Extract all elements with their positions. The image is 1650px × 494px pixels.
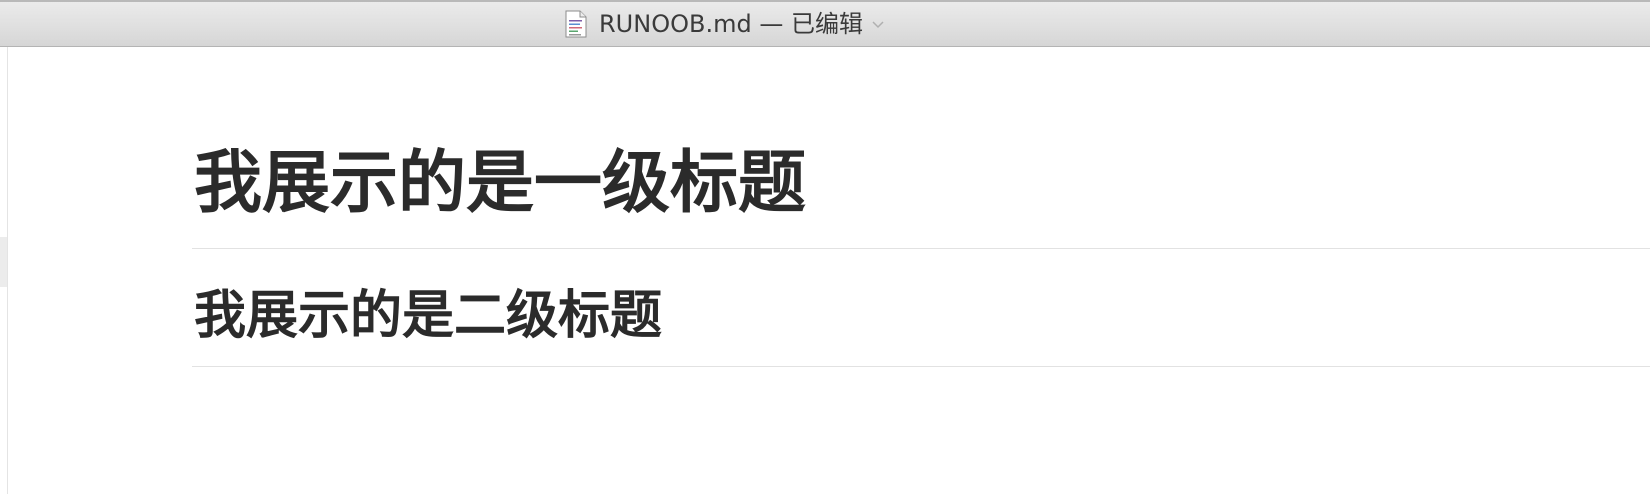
title-bar[interactable]: RUNOOB.md — 已编辑 (0, 0, 1650, 47)
window-title: RUNOOB.md — 已编辑 (599, 10, 863, 38)
document-icon (565, 10, 587, 38)
heading-1-underline (192, 248, 1650, 249)
left-gutter (0, 47, 8, 494)
heading-2[interactable]: 我展示的是二级标题 (194, 285, 662, 347)
heading-2-underline (192, 366, 1650, 367)
window-title-group[interactable]: RUNOOB.md — 已编辑 (565, 9, 885, 39)
heading-1[interactable]: 我展示的是一级标题 (194, 144, 806, 224)
document-content[interactable]: 我展示的是一级标题 我展示的是二级标题 (192, 47, 1650, 494)
editor-window: RUNOOB.md — 已编辑 我展示的是一级标题 我展示的是二级标题 (0, 0, 1650, 494)
title-bar-top-border (0, 0, 1650, 2)
gutter-marker (0, 237, 7, 287)
chevron-down-icon[interactable] (871, 20, 885, 30)
